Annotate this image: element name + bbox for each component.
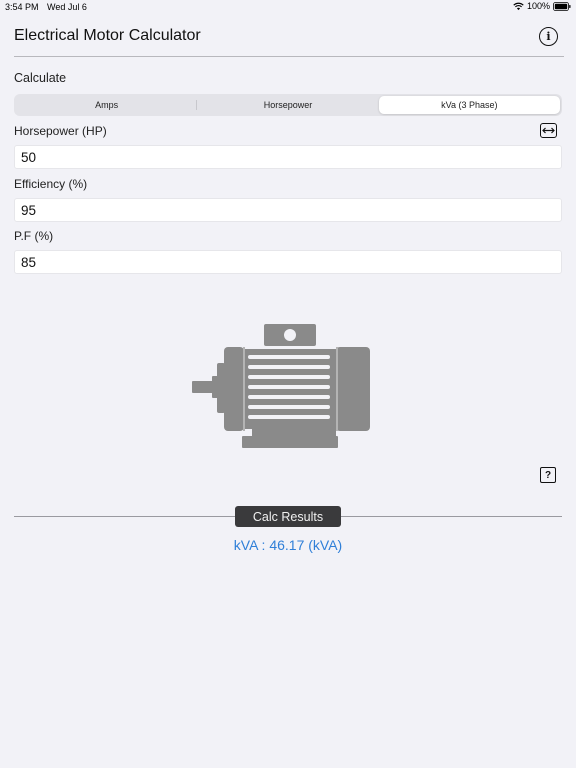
result-value: kVA : 46.17 (kVA) <box>233 537 343 553</box>
status-date: Wed Jul 6 <box>47 2 87 12</box>
status-indicators: 100% <box>513 1 571 11</box>
battery-icon <box>553 1 571 11</box>
results-header: Calc Results <box>235 506 341 527</box>
efficiency-label: Efficiency (%) <box>14 177 88 191</box>
status-time: 3:54 PM <box>5 2 39 12</box>
page-title: Electrical Motor Calculator <box>14 27 201 44</box>
horsepower-label: Horsepower (HP) <box>14 124 107 138</box>
info-icon[interactable]: i <box>539 27 558 46</box>
calculate-label: Calculate <box>14 71 67 85</box>
pf-label: P.F (%) <box>14 229 54 243</box>
segment-amps[interactable]: Amps <box>16 96 198 114</box>
wifi-icon <box>513 2 524 10</box>
calculate-segmented-control: Amps Horsepower kVa (3 Phase) <box>14 94 562 116</box>
pf-input[interactable]: 85 <box>14 250 562 274</box>
electric-motor-icon <box>192 324 370 448</box>
status-bar: 3:54 PM Wed Jul 6 100% <box>0 0 576 14</box>
horsepower-input[interactable]: 50 <box>14 145 562 169</box>
efficiency-input[interactable]: 95 <box>14 198 562 222</box>
nav-divider <box>14 56 564 57</box>
swap-icon[interactable] <box>540 123 557 138</box>
battery-percent: 100% <box>526 1 550 11</box>
question-mark-icon[interactable]: ? <box>540 467 556 483</box>
segment-kva-3-phase[interactable]: kVa (3 Phase) <box>378 96 560 114</box>
segment-horsepower[interactable]: Horsepower <box>197 96 378 114</box>
